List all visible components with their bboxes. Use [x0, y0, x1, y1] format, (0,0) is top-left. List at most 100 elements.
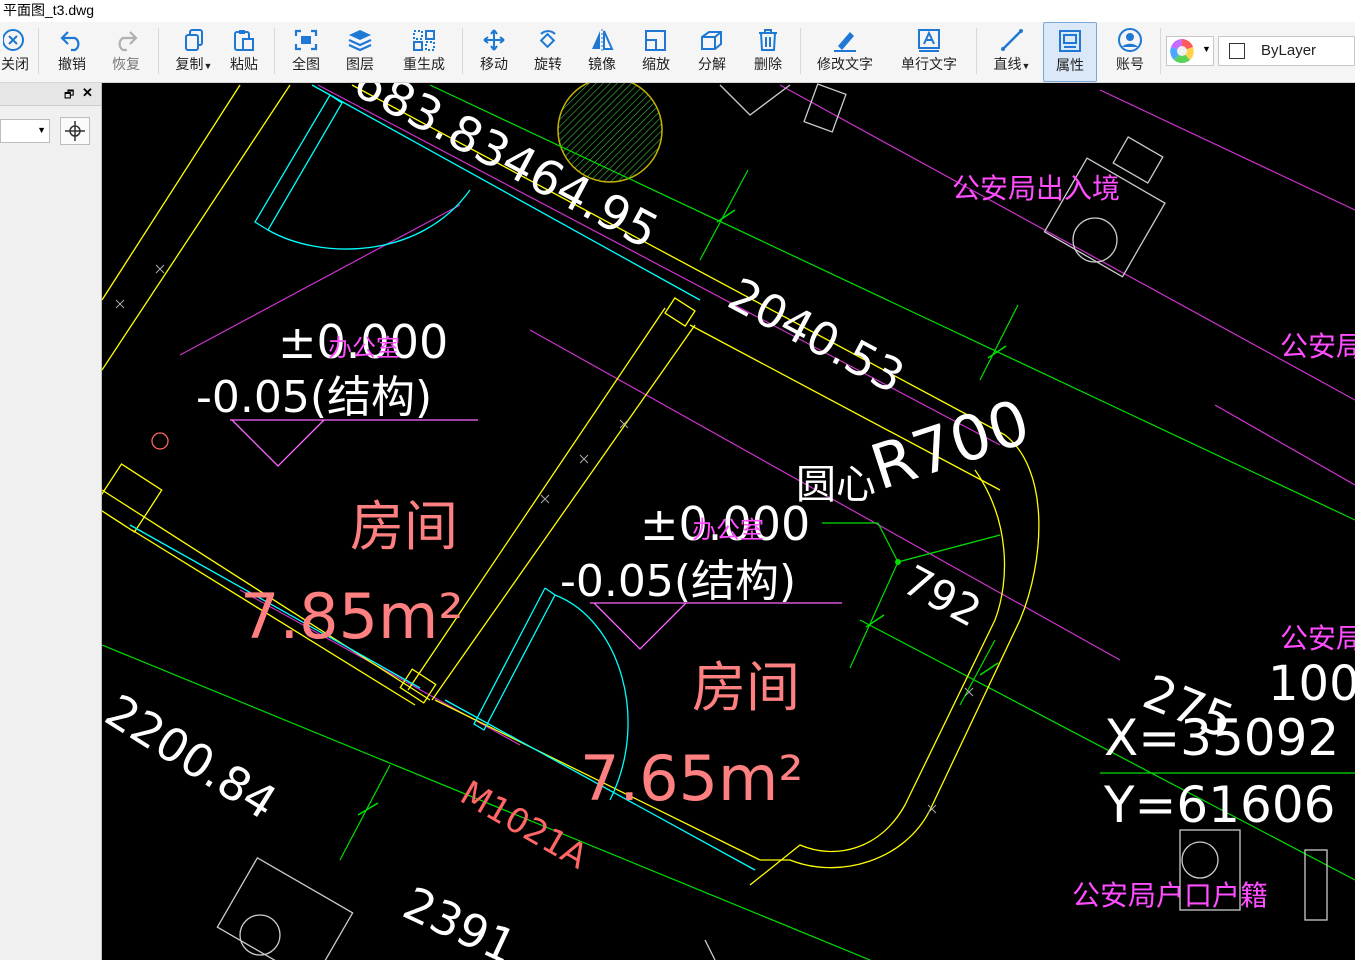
dropdown-arrow-icon: ▼ — [203, 61, 213, 71]
color-wheel-icon — [1170, 39, 1194, 64]
level-right-struct-text: -0.05(结构) — [560, 556, 796, 607]
close-button[interactable]: 关闭 — [0, 22, 30, 82]
office-left-text: 办公室 — [328, 334, 400, 362]
office-right-text: 办公室 — [692, 516, 764, 544]
fit-view-button[interactable]: 全图 — [286, 22, 326, 82]
toolbar-separator — [800, 28, 801, 74]
explode-label: 分解 — [698, 56, 726, 72]
toolbar-separator — [462, 28, 463, 74]
scale-icon — [645, 30, 666, 51]
pick-point-button[interactable] — [60, 117, 90, 145]
edit-text-label: 修改文字 — [817, 56, 873, 72]
label-household: 公安局户口户籍 — [1072, 879, 1268, 912]
edit-text-button[interactable]: 修改文字 — [812, 22, 878, 82]
single-text-button[interactable]: 单行文字 — [896, 22, 962, 82]
text-icon — [918, 29, 940, 52]
dropdown-arrow-icon: ▼ — [1202, 44, 1211, 54]
line-button[interactable]: 直线▼ — [988, 22, 1036, 82]
properties-label: 属性 — [1056, 57, 1084, 73]
single-text-label: 单行文字 — [901, 56, 957, 72]
undo-button[interactable]: 撤销 — [52, 22, 92, 82]
rotate-button[interactable]: 旋转 — [528, 22, 568, 82]
pencil-icon — [834, 32, 856, 52]
move-icon — [483, 29, 505, 51]
area-left-text: 7.85m² — [240, 580, 463, 653]
label-psb-2: 公安局 — [1280, 622, 1355, 655]
rotate-icon — [539, 30, 556, 49]
close-label: 关闭 — [1, 56, 29, 72]
regen-button[interactable]: 重生成 — [396, 22, 452, 82]
explode-button[interactable]: 分解 — [692, 22, 732, 82]
window-title: 平面图_t3.dwg — [0, 0, 1355, 22]
area-right-text: 7.65m² — [580, 742, 803, 815]
toolbar-separator — [1160, 28, 1161, 74]
color-dropdown[interactable]: ▼ — [1166, 36, 1214, 66]
room-left-text: 房间 — [350, 495, 458, 558]
layer-select-value: ByLayer — [1261, 42, 1317, 59]
side-panel-header: 🗗 ✕ — [0, 83, 101, 106]
close-icon — [3, 29, 24, 51]
mirror-label: 镜像 — [588, 56, 616, 72]
copy-label: 复制▼ — [170, 54, 218, 74]
move-label: 移动 — [480, 56, 508, 72]
redo-label: 恢复 — [112, 56, 140, 72]
label-psb-1: 公安局 — [1280, 330, 1355, 363]
coord-y-text: Y=61606 — [1103, 776, 1336, 834]
dim-100-text: 100 — [1268, 656, 1355, 712]
user-icon — [1118, 28, 1142, 52]
copy-button[interactable]: 复制▼ — [170, 22, 218, 82]
paste-label: 粘贴 — [230, 56, 258, 72]
scale-button[interactable]: 缩放 — [636, 22, 676, 82]
properties-icon — [1059, 30, 1081, 52]
layers-icon — [348, 30, 372, 52]
toolbar-separator — [976, 28, 977, 74]
center-point — [895, 559, 901, 565]
restore-icon[interactable]: 🗗 — [64, 86, 74, 105]
dropdown-arrow-icon: ▼ — [1021, 61, 1031, 71]
room-right-text: 房间 — [692, 656, 800, 719]
delete-button[interactable]: 删除 — [748, 22, 788, 82]
side-panel: 🗗 ✕ ▼ — [0, 83, 102, 960]
mirror-icon — [592, 29, 614, 51]
regen-label: 重生成 — [403, 56, 445, 72]
panel-close-icon[interactable]: ✕ — [82, 85, 93, 101]
layers-label: 图层 — [346, 56, 374, 72]
layer-select[interactable]: ByLayer — [1218, 36, 1355, 66]
panel-dropdown[interactable]: ▼ — [0, 119, 50, 143]
explode-icon — [701, 31, 722, 50]
level-left-struct-text: -0.05(结构) — [196, 372, 432, 423]
toolbar-separator — [274, 28, 275, 74]
line-icon — [1001, 29, 1023, 51]
paste-button[interactable]: 粘贴 — [224, 22, 264, 82]
fit-view-label: 全图 — [292, 56, 320, 72]
scale-label: 缩放 — [642, 56, 670, 72]
delete-label: 删除 — [754, 56, 782, 72]
copy-text: 复制 — [175, 56, 204, 72]
toolbar-separator — [158, 28, 159, 74]
mirror-button[interactable]: 镜像 — [582, 22, 622, 82]
line-label: 直线▼ — [988, 54, 1036, 74]
trash-icon — [759, 29, 777, 51]
label-exit-entry: 公安局出入境 — [952, 172, 1120, 205]
color-swatch — [1229, 43, 1245, 59]
drawing-canvas[interactable]: 683.83464.95 2040.53 R700 圆心 792 ±0.000 … — [102, 83, 1355, 960]
redo-icon — [118, 31, 138, 52]
undo-icon — [60, 31, 80, 52]
copy-icon — [185, 29, 203, 51]
undo-label: 撤销 — [58, 56, 86, 72]
dropdown-arrow-icon: ▼ — [37, 125, 46, 135]
move-button[interactable]: 移动 — [474, 22, 514, 82]
regen-icon — [413, 30, 435, 51]
account-label: 账号 — [1116, 56, 1144, 72]
paste-icon — [234, 30, 254, 51]
redo-button[interactable]: 恢复 — [106, 22, 146, 82]
toolbar-separator — [38, 28, 39, 74]
line-text: 直线 — [993, 56, 1022, 72]
rotate-label: 旋转 — [534, 56, 562, 72]
layers-button[interactable]: 图层 — [340, 22, 380, 82]
properties-button[interactable]: 属性 — [1043, 22, 1097, 82]
zoom-extents-icon — [294, 29, 318, 51]
account-button[interactable]: 账号 — [1108, 22, 1152, 82]
crosshair-icon — [65, 121, 85, 141]
toolbar: 关闭 撤销 恢复 复制▼ 粘贴 全图 图层 重生成 移动 旋转 镜像 缩放 分解… — [0, 22, 1355, 83]
